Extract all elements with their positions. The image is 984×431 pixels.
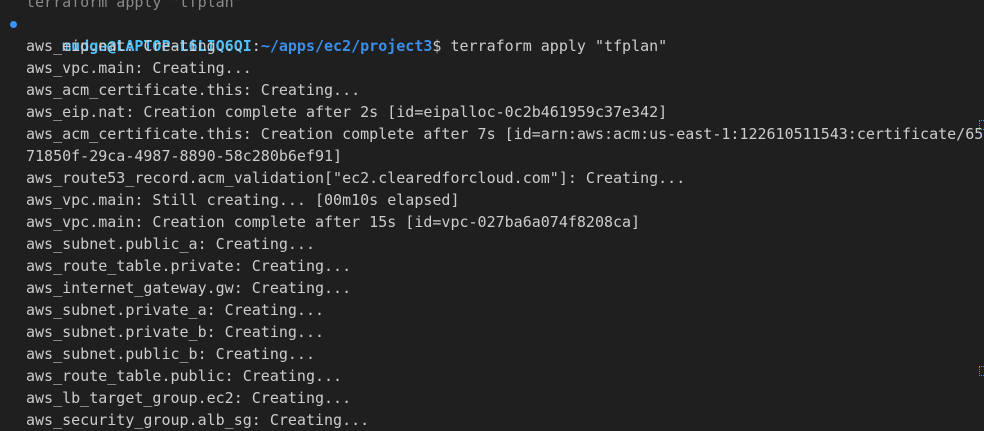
output-line: 71850f-29ca-4987-8890-58c280b6ef91] xyxy=(26,147,343,165)
output-line: aws_lb_target_group.ec2: Creating... xyxy=(26,389,352,407)
output-line: aws_eip.nat: Creation complete after 2s … xyxy=(26,103,668,121)
output-line: aws_vpc.main: Creation complete after 15… xyxy=(26,213,641,231)
output-line: aws_security_group.alb_sg: Creating... xyxy=(26,411,370,429)
output-line: aws_subnet.private_b: Creating... xyxy=(26,323,325,341)
output-line: aws_acm_certificate.this: Creation compl… xyxy=(26,125,984,143)
output-line: aws_internet_gateway.gw: Creating... xyxy=(26,279,352,297)
prompt-line: mudge@LAPTOP-L6LIQ6QI:~/apps/ec2/project… xyxy=(0,13,984,55)
previous-command-text: terraform apply "tfplan" xyxy=(26,0,243,11)
overview-ruler-marker xyxy=(979,366,984,376)
output-line: aws_route_table.public: Creating... xyxy=(26,367,343,385)
output-line: aws_subnet.public_b: Creating... xyxy=(26,345,315,363)
overview-ruler-marker xyxy=(979,120,984,130)
output-line: aws_vpc.main: Still creating... [00m10s … xyxy=(26,191,460,209)
terminal-panel[interactable]: terraform apply "tfplan" mudge@LAPTOP-L6… xyxy=(0,0,984,429)
command-decoration-icon[interactable] xyxy=(10,21,17,28)
output-line: aws_acm_certificate.this: Creating... xyxy=(26,81,361,99)
previous-command-line: terraform apply "tfplan" xyxy=(0,0,984,13)
output-line: aws_route_table.private: Creating... xyxy=(26,257,352,275)
output-line: aws_subnet.private_a: Creating... xyxy=(26,301,325,319)
output-line: aws_eip.nat: Creating... xyxy=(26,37,243,55)
output-line: aws_route53_record.acm_validation["ec2.c… xyxy=(26,169,686,187)
output-line: aws_subnet.public_a: Creating... xyxy=(26,235,315,253)
output-line: aws_vpc.main: Creating... xyxy=(26,59,252,77)
